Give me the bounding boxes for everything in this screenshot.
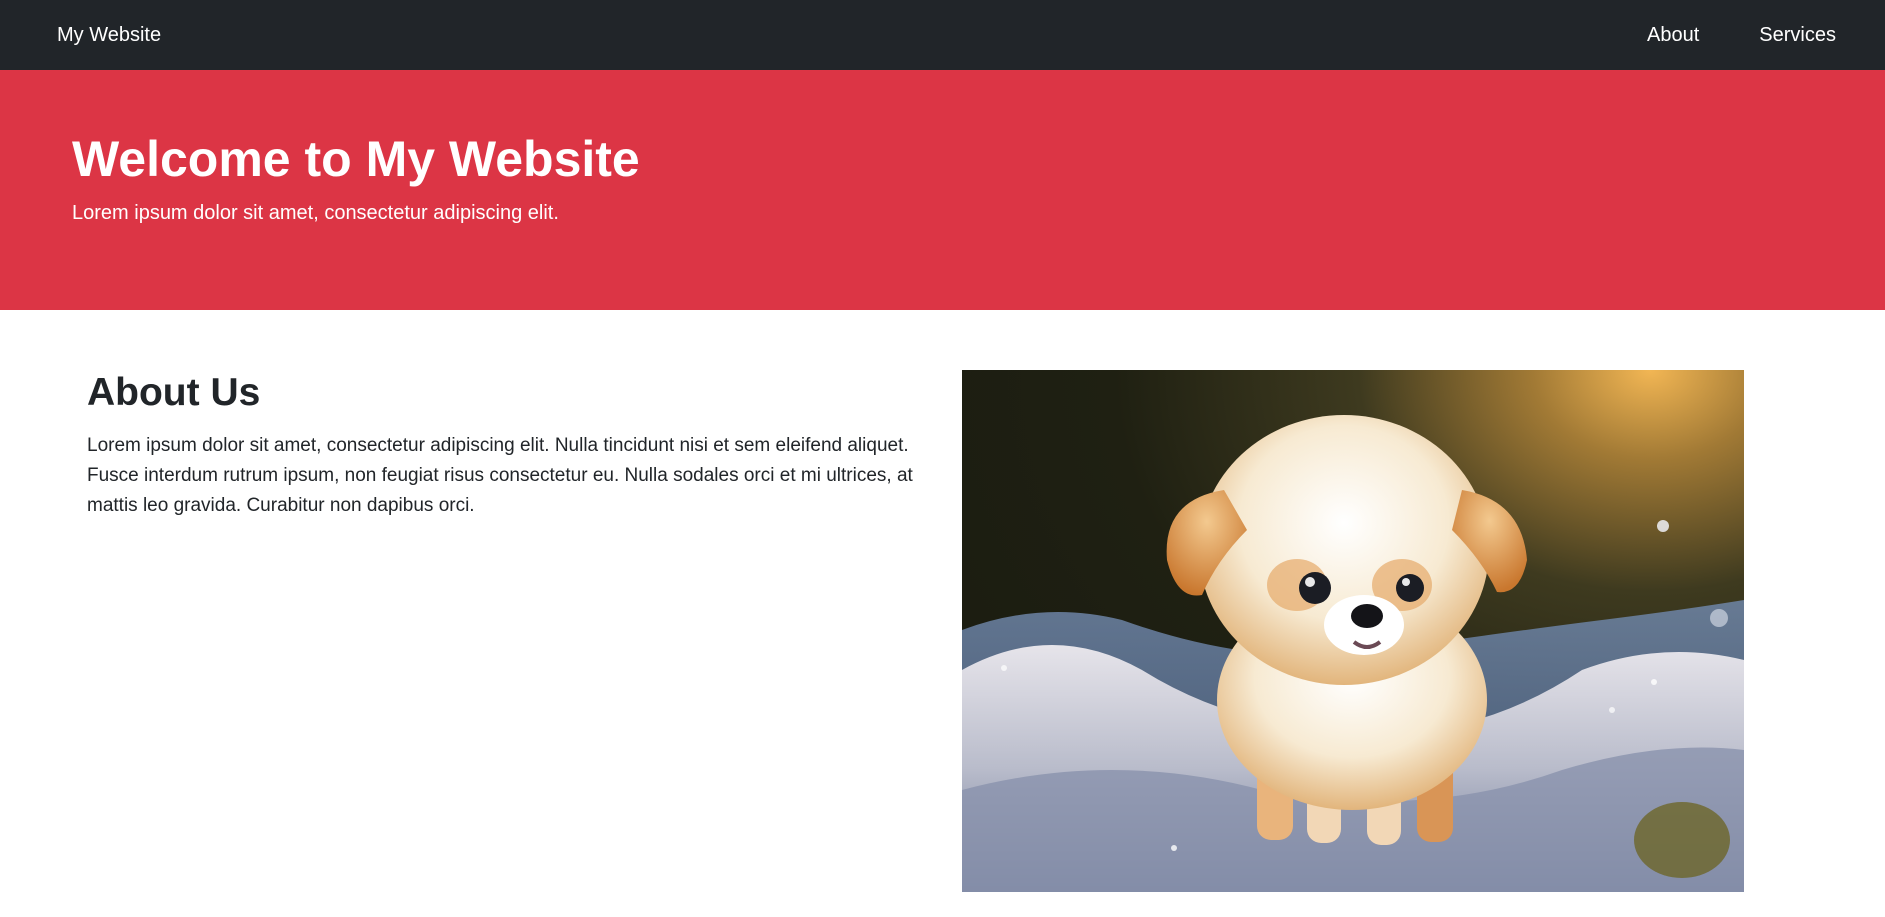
about-paragraph: Lorem ipsum dolor sit amet, consectetur … (87, 434, 913, 516)
about-text-column: About Us Lorem ipsum dolor sit amet, con… (87, 371, 937, 521)
nav-links: About Services (1647, 24, 1836, 47)
nav-link-services[interactable]: Services (1759, 24, 1836, 47)
hero-subtitle: Lorem ipsum dolor sit amet, consectetur … (72, 202, 559, 224)
brand-link[interactable]: My Website (57, 24, 161, 47)
nav-link-about[interactable]: About (1647, 24, 1699, 47)
about-section: About Us Lorem ipsum dolor sit amet, con… (0, 310, 1885, 917)
hero-banner: Welcome to My Website Lorem ipsum dolor … (0, 70, 1885, 310)
puppy-photo (962, 370, 1744, 892)
top-navbar: My Website About Services (0, 0, 1885, 70)
puppy-illustration (962, 415, 1744, 892)
about-heading: About Us (87, 371, 261, 414)
hero-title: Welcome to My Website (72, 131, 640, 187)
